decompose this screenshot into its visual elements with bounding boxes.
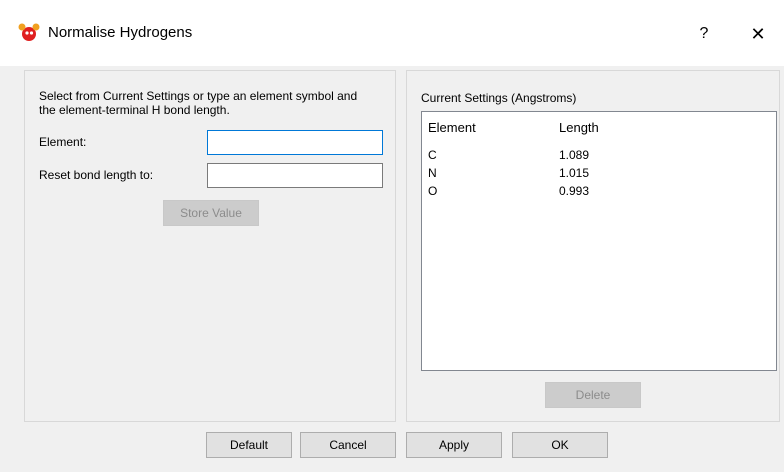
molecule-icon [18, 23, 40, 41]
title-bar: Normalise Hydrogens ? ✕ [0, 0, 784, 66]
apply-button[interactable]: Apply [406, 432, 502, 458]
store-value-button[interactable]: Store Value [163, 200, 259, 226]
current-settings-title: Current Settings (Angstroms) [421, 91, 577, 105]
settings-list[interactable]: Element Length C 1.089 N 1.015 O 0.993 [421, 111, 777, 371]
help-button[interactable]: ? [690, 18, 718, 50]
input-panel: Select from Current Settings or type an … [24, 70, 396, 422]
row-element: C [428, 148, 437, 162]
default-button[interactable]: Default [206, 432, 292, 458]
ok-button[interactable]: OK [512, 432, 608, 458]
current-settings-panel: Current Settings (Angstroms) Element Len… [406, 70, 780, 422]
element-input[interactable] [207, 130, 383, 155]
row-length: 1.089 [559, 148, 590, 162]
delete-button[interactable]: Delete [545, 382, 641, 408]
row-element: O [428, 184, 438, 198]
instructions-text: Select from Current Settings or type an … [39, 89, 358, 117]
column-header-element[interactable]: Element [428, 120, 476, 135]
list-row[interactable]: C 1.089 [422, 148, 776, 164]
window-title: Normalise Hydrogens [48, 24, 193, 41]
row-element: N [428, 166, 437, 180]
row-length: 1.015 [559, 166, 590, 180]
list-row[interactable]: N 1.015 [422, 166, 776, 182]
cancel-button[interactable]: Cancel [300, 432, 396, 458]
reset-bond-length-input[interactable] [207, 163, 383, 188]
list-row[interactable]: O 0.993 [422, 184, 776, 200]
reset-bond-length-label: Reset bond length to: [39, 168, 154, 182]
row-length: 0.993 [559, 184, 590, 198]
close-button[interactable]: ✕ [738, 18, 778, 50]
element-label: Element: [39, 135, 87, 149]
column-header-length[interactable]: Length [559, 120, 599, 135]
